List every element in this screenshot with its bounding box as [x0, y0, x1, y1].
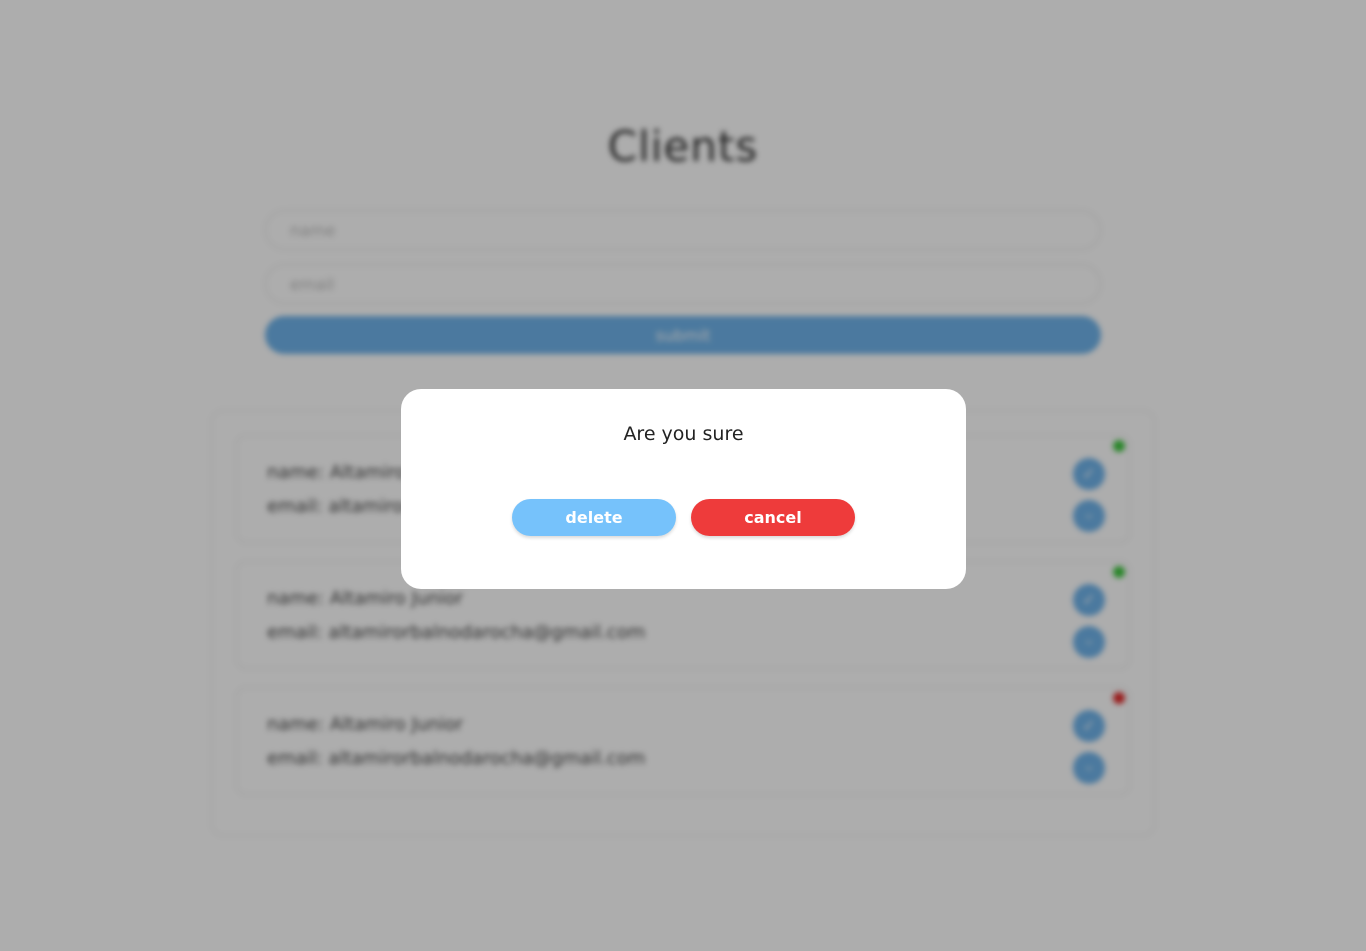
delete-button[interactable]: delete [512, 499, 676, 536]
cancel-button[interactable]: cancel [691, 499, 855, 536]
dialog-message: Are you sure [623, 423, 744, 445]
confirm-dialog: Are you sure delete cancel [401, 389, 966, 589]
